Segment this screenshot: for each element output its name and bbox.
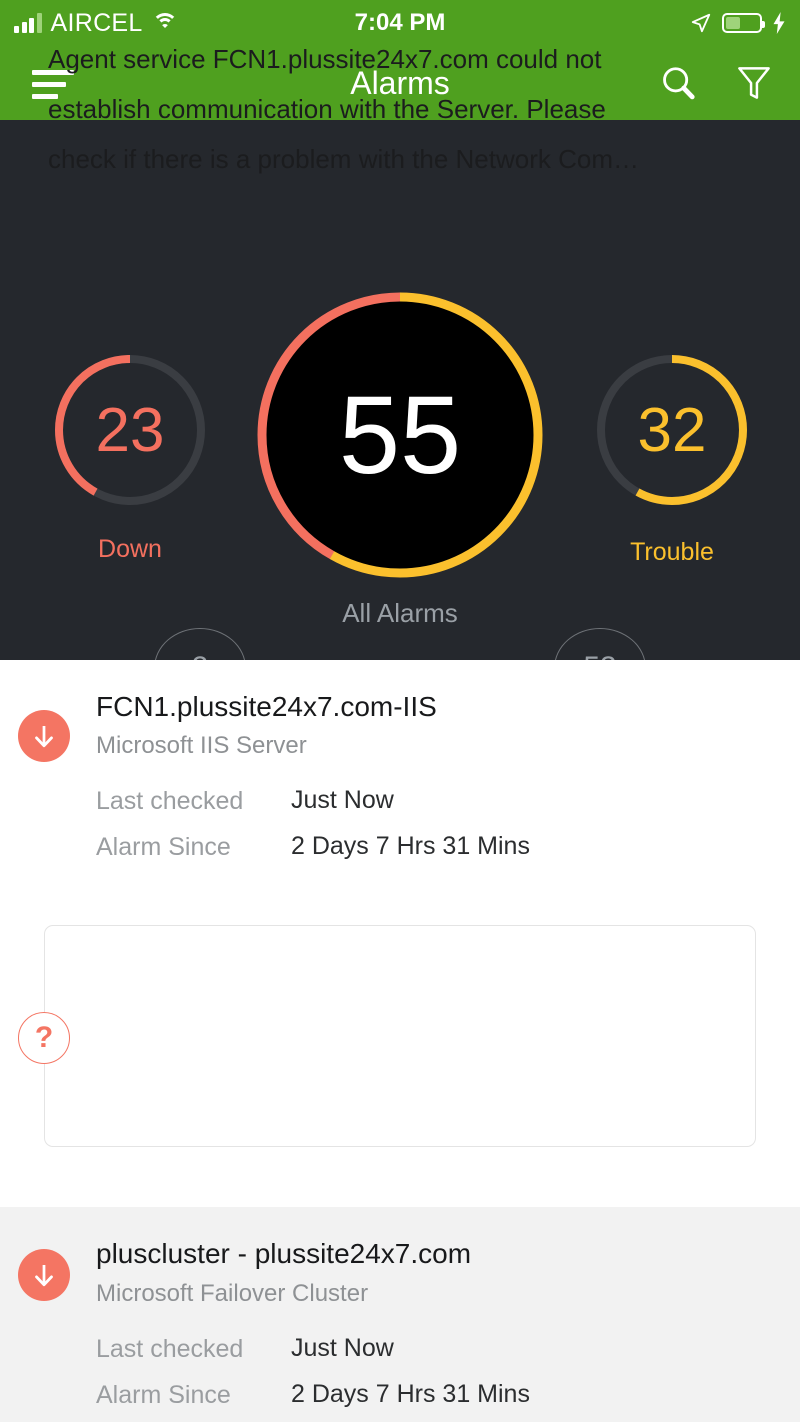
gauge-down-value: 23 [95,395,165,465]
alarm-subtitle: Microsoft Failover Cluster [96,1280,369,1307]
down-arrow-icon [18,710,70,762]
alarm-summary-panel: 23 Down 55 32 Trouble All Alarms [0,120,800,780]
alarm-since-value: 2 Days 7 Hrs 31 Mins [291,1380,530,1408]
down-arrow-icon [18,1249,70,1301]
status-bar-right [690,0,786,46]
alarm-since-value: 2 Days 7 Hrs 31 Mins [291,832,530,860]
gauge-all-alarms-value: 55 [338,373,462,497]
battery-icon [722,13,765,33]
alarm-title: FCN1.plussite24x7.com-IIS [96,691,437,722]
last-checked-label: Last checked [96,1335,244,1363]
alarm-since-label: Alarm Since [96,1381,231,1409]
gauge-all-alarms[interactable]: 55 [255,290,545,580]
all-alarms-label: All Alarms [342,598,458,628]
alarm-title: pluscluster - plussite24x7.com [96,1238,472,1269]
question-mark-icon[interactable]: ? [18,1012,70,1064]
alarm-message-box [44,925,756,1147]
location-arrow-icon [691,13,711,33]
alarm-since-label: Alarm Since [96,833,231,861]
alarm-card[interactable]: pluscluster - plussite24x7.com Microsoft… [0,1207,800,1422]
down-arrow-glyph [35,1265,53,1287]
alarm-message-text: Agent service FCN1.plussite24x7.com coul… [48,44,639,174]
gauge-trouble-label: Trouble [630,538,714,566]
last-checked-label: Last checked [96,787,244,815]
last-checked-value: Just Now [291,786,394,814]
filter-button[interactable] [734,63,774,103]
filter-funnel-icon [738,67,770,99]
gauge-down-label: Down [98,535,162,563]
alarm-subtitle: Microsoft IIS Server [96,732,307,759]
down-arrow-glyph [35,726,53,748]
last-checked-value: Just Now [291,1334,394,1362]
lightning-bolt-icon [773,12,785,34]
app-root: AIRCEL 7:04 PM Alarms 23 Down 55 32 Trou… [0,0,800,1422]
gauge-trouble-value: 32 [637,395,707,465]
gauge-trouble[interactable]: 32 [592,350,752,510]
gauge-down[interactable]: 23 [50,350,210,510]
clock-label: 7:04 PM [354,9,446,36]
